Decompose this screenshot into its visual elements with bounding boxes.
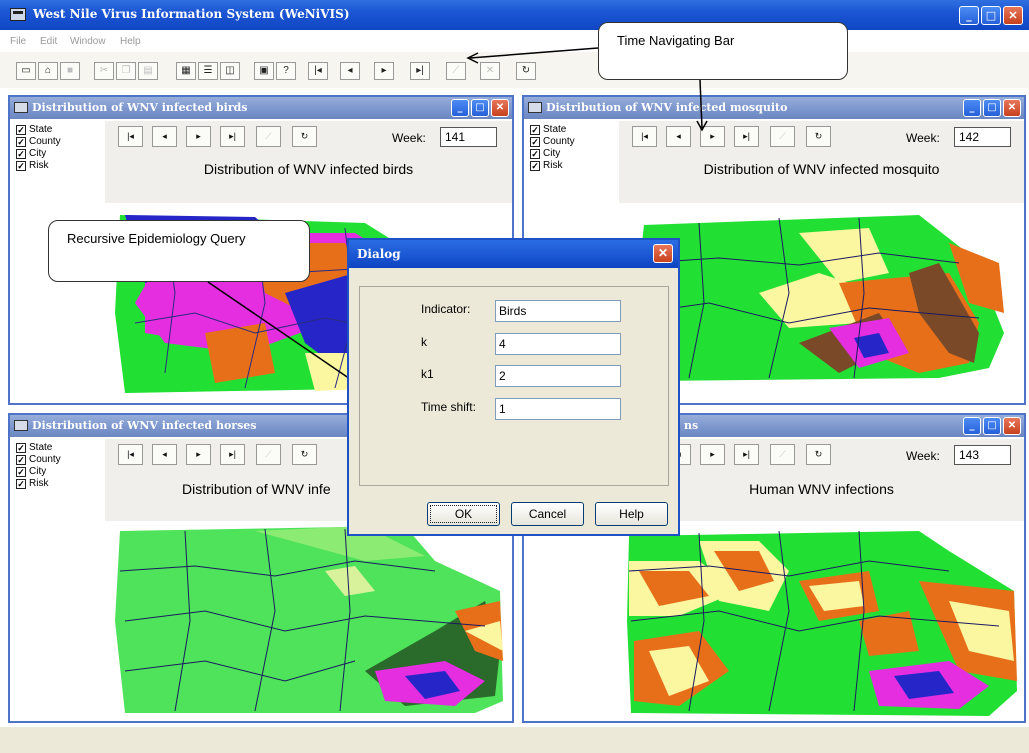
dialog-titlebar: Dialog ✕ — [349, 240, 678, 268]
time-shift-field[interactable]: 1 — [495, 398, 621, 420]
dialog-title: Dialog — [357, 247, 401, 261]
k1-field[interactable]: 2 — [495, 365, 621, 387]
k1-label: k1 — [421, 367, 434, 381]
help-button[interactable]: Help — [595, 502, 668, 526]
query-dialog: Dialog ✕ Indicator: Birds k 4 k1 2 Time … — [347, 238, 680, 536]
ok-button[interactable]: OK — [427, 502, 500, 526]
k-field[interactable]: 4 — [495, 333, 621, 355]
dialog-close-button[interactable]: ✕ — [653, 244, 673, 263]
indicator-label: Indicator: — [421, 302, 471, 316]
indicator-field[interactable]: Birds — [495, 300, 621, 322]
time-shift-label: Time shift: — [421, 400, 476, 414]
status-bar — [0, 726, 1029, 753]
cancel-button[interactable]: Cancel — [511, 502, 584, 526]
k-label: k — [421, 335, 427, 349]
